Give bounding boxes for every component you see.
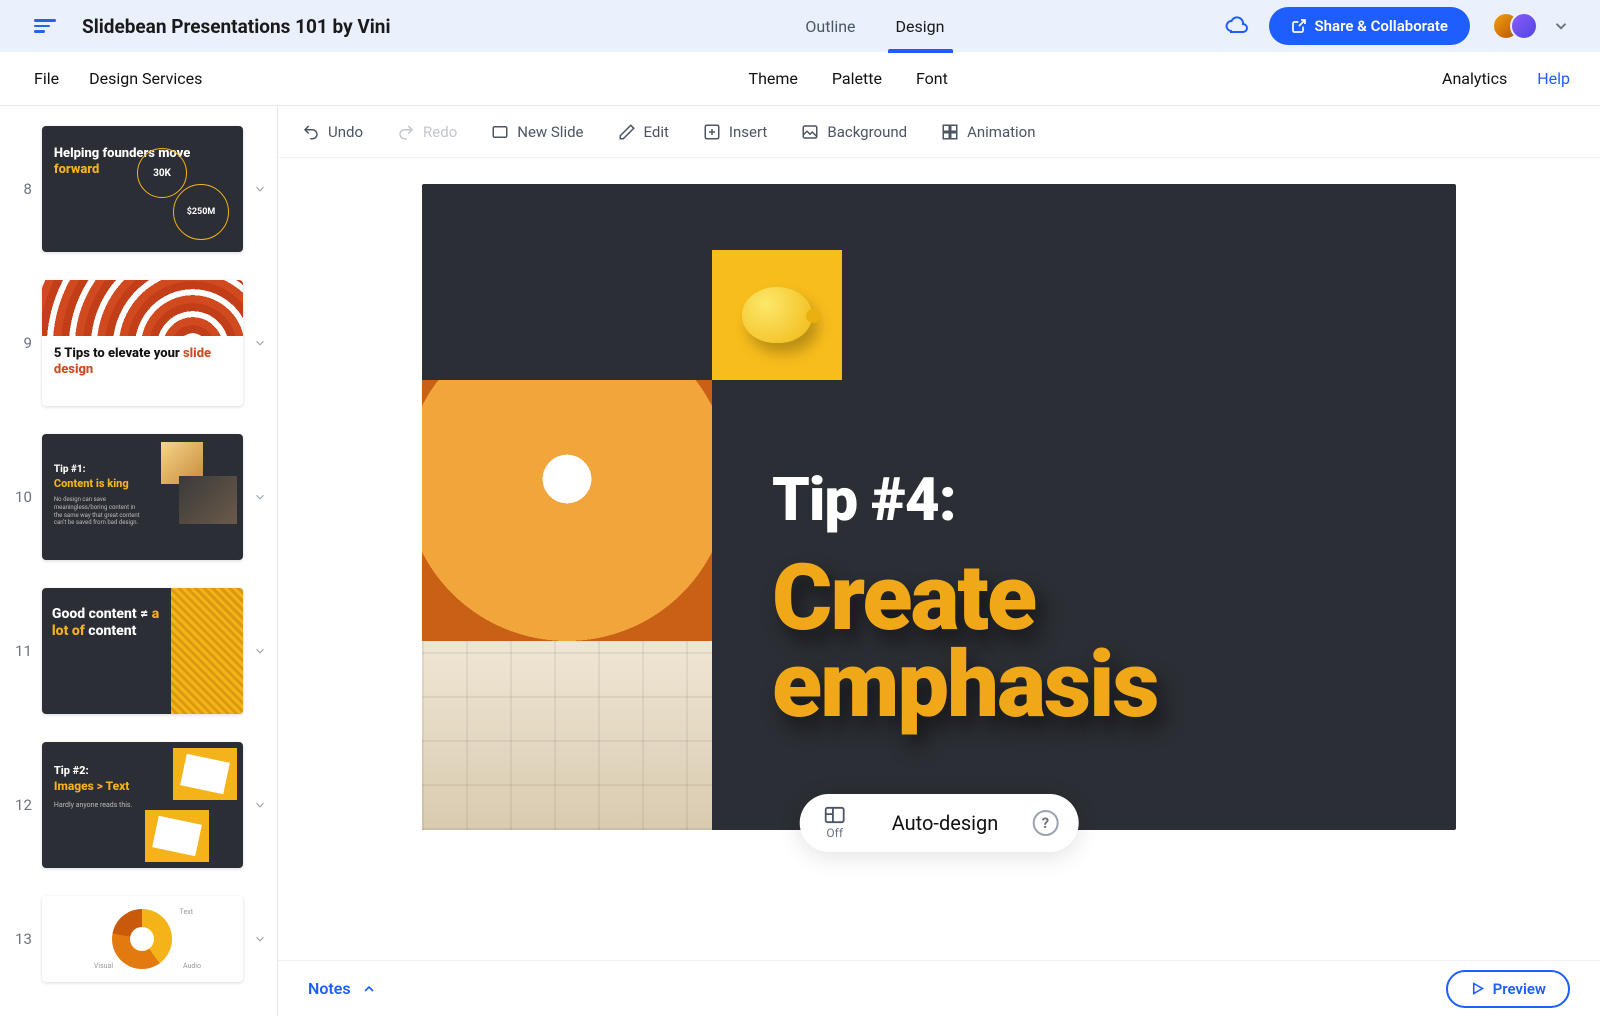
avatar <box>1510 12 1538 40</box>
slide-image-tunnel <box>422 380 712 830</box>
insert-button[interactable]: Insert <box>703 123 767 141</box>
help-icon[interactable]: ? <box>1032 810 1058 836</box>
menu-analytics[interactable]: Analytics <box>1442 69 1507 88</box>
auto-design-control: Off Auto-design ? <box>800 794 1079 852</box>
slide-stage: Tip #4: Createemphasis Off Auto-design ? <box>278 158 1600 960</box>
auto-design-off[interactable]: Off <box>806 800 864 846</box>
chevron-up-icon <box>361 981 377 997</box>
auto-design-button[interactable]: Auto-design <box>864 801 1027 845</box>
share-button[interactable]: Share & Collaborate <box>1269 7 1471 45</box>
animation-button[interactable]: Animation <box>941 123 1035 141</box>
menu-icon[interactable] <box>34 19 56 33</box>
layout-icon <box>824 806 846 824</box>
slide-thumb-13[interactable]: 13 Text Visual Audio <box>10 896 267 982</box>
chevron-down-icon[interactable] <box>253 490 267 504</box>
header-top: Slidebean Presentations 101 by Vini Outl… <box>0 0 1600 52</box>
slide-toolbar: Undo Redo New Slide Edit Insert Backgrou… <box>278 106 1600 158</box>
slide-thumb-8[interactable]: 8 Helping founders move forward 30K $250… <box>10 126 267 252</box>
slide-number: 9 <box>10 334 32 352</box>
slide-icon <box>491 123 509 141</box>
header-second: File Design Services Theme Palette Font … <box>0 52 1600 106</box>
menu-file[interactable]: File <box>34 69 59 88</box>
view-tabs: Outline Design <box>805 3 944 49</box>
redo-button[interactable]: Redo <box>397 123 457 141</box>
grid-icon <box>941 123 959 141</box>
tab-outline[interactable]: Outline <box>805 3 855 49</box>
slide-thumb-10[interactable]: 10 Tip #1: Content is king No design can… <box>10 434 267 560</box>
header-dropdown-icon[interactable] <box>1552 17 1570 35</box>
slide-thumb-12[interactable]: 12 Tip #2: Images > Text Hardly anyone r… <box>10 742 267 868</box>
undo-icon <box>302 123 320 141</box>
image-icon <box>801 123 819 141</box>
plus-square-icon <box>703 123 721 141</box>
menu-font[interactable]: Font <box>916 69 948 88</box>
document-title: Slidebean Presentations 101 by Vini <box>82 15 391 38</box>
slide-text: Tip #4: Createemphasis <box>772 464 1158 730</box>
edit-button[interactable]: Edit <box>618 123 669 141</box>
external-link-icon <box>1291 18 1307 34</box>
slide-number: 12 <box>10 796 32 814</box>
current-slide[interactable]: Tip #4: Createemphasis <box>422 184 1456 830</box>
slide-image-lemon <box>712 250 842 380</box>
background-button[interactable]: Background <box>801 123 907 141</box>
slide-thumb-9[interactable]: 9 5 Tips to elevate your slide design <box>10 280 267 406</box>
chevron-down-icon[interactable] <box>253 336 267 350</box>
collaborator-avatars[interactable] <box>1492 12 1538 40</box>
menu-help[interactable]: Help <box>1537 69 1570 88</box>
play-icon <box>1470 981 1485 996</box>
bottom-bar: Notes Preview <box>278 960 1600 1016</box>
chevron-down-icon[interactable] <box>253 932 267 946</box>
slide-number: 10 <box>10 488 32 506</box>
chevron-down-icon[interactable] <box>253 798 267 812</box>
notes-button[interactable]: Notes <box>308 979 377 998</box>
tab-design[interactable]: Design <box>896 3 945 49</box>
slide-thumb-11[interactable]: 11 Good content ≠ a lot of content <box>10 588 267 714</box>
slide-number: 11 <box>10 642 32 660</box>
slide-number: 13 <box>10 930 32 948</box>
slide-number: 8 <box>10 180 32 198</box>
cloud-sync-icon[interactable] <box>1225 16 1249 36</box>
undo-button[interactable]: Undo <box>302 123 363 141</box>
slide-thumbnails-panel[interactable]: 8 Helping founders move forward 30K $250… <box>0 106 278 1016</box>
menu-design-services[interactable]: Design Services <box>89 69 202 88</box>
canvas-area: Undo Redo New Slide Edit Insert Backgrou… <box>278 106 1600 1016</box>
preview-button[interactable]: Preview <box>1446 970 1570 1008</box>
slide-heading: Tip #4: <box>772 464 1158 535</box>
menu-theme[interactable]: Theme <box>749 69 798 88</box>
redo-icon <box>397 123 415 141</box>
share-label: Share & Collaborate <box>1315 17 1449 35</box>
chevron-down-icon[interactable] <box>253 182 267 196</box>
new-slide-button[interactable]: New Slide <box>491 123 583 141</box>
main: 8 Helping founders move forward 30K $250… <box>0 106 1600 1016</box>
menu-palette[interactable]: Palette <box>832 69 882 88</box>
chevron-down-icon[interactable] <box>253 644 267 658</box>
pencil-icon <box>618 123 636 141</box>
